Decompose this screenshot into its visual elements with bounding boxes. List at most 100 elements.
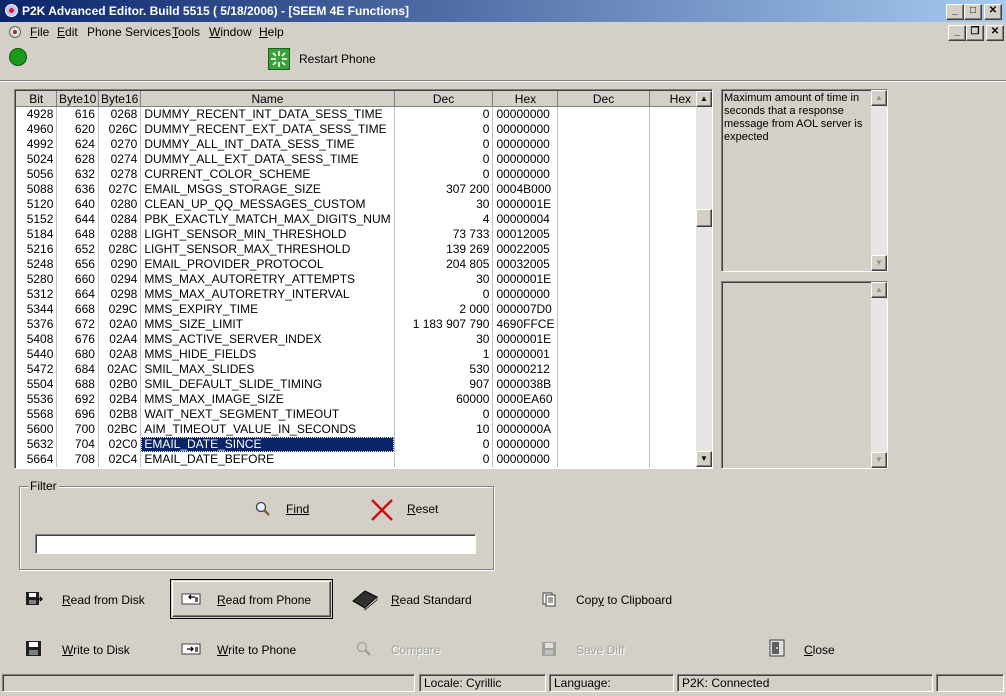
find-button[interactable]: Find	[286, 502, 309, 516]
table-row[interactable]: 5024 628 0274 DUMMY_ALL_EXT_DATA_SESS_TIME 0…	[16, 152, 713, 167]
scroll-thumb[interactable]	[696, 209, 712, 227]
menu-window[interactable]: Window	[209, 25, 252, 39]
cell-dec: 4	[394, 212, 494, 227]
cell-bit: 5440	[16, 347, 58, 362]
cell-dec-2	[557, 257, 650, 272]
copy-to-clipboard-button[interactable]: Copy to Clipboard	[576, 593, 672, 607]
cell-hex: 0000001E	[492, 197, 559, 212]
table-row[interactable]: 5664 708 02C4 EMAIL_DATE_BEFORE 0 00000000	[16, 452, 713, 467]
scroll-down-arrow-icon[interactable]: ▼	[696, 451, 712, 467]
cell-dec: 0	[394, 437, 494, 452]
col-header-dec[interactable]: Dec	[394, 91, 494, 107]
col-header-byte16[interactable]: Byte16	[98, 91, 142, 107]
cell-byte10: 636	[56, 182, 99, 197]
cell-byte16: 027C	[98, 182, 142, 197]
table-row[interactable]: 4992 624 0270 DUMMY_ALL_INT_DATA_SESS_TIME 0…	[16, 137, 713, 152]
table-row[interactable]: 5056 632 0278 CURRENT_COLOR_SCHEME 0 00000000	[16, 167, 713, 182]
cell-dec: 530	[394, 362, 494, 377]
desc-scroll-down-icon[interactable]: ▼	[871, 255, 887, 271]
menu-edit[interactable]: Edit	[57, 25, 78, 39]
mdi-restore-button[interactable]: ❐	[966, 25, 984, 41]
cell-hex: 00012005	[492, 227, 559, 242]
restart-phone-icon[interactable]	[268, 48, 290, 70]
table-row[interactable]: 5632 704 02C0 EMAIL_DATE_SINCE 0 00000000	[16, 437, 713, 452]
cell-hex: 00000000	[492, 137, 559, 152]
mdi-minimize-button[interactable]: _	[948, 25, 966, 41]
filter-input[interactable]	[35, 534, 476, 554]
cell-byte16: 02A8	[98, 347, 142, 362]
cell-bit: 5056	[16, 167, 58, 182]
parameter-grid[interactable]: Bit Byte10 Byte16 Name Dec Hex Dec Hex 4…	[14, 89, 713, 469]
write-to-phone-button[interactable]: Write to Phone	[217, 643, 296, 657]
table-row[interactable]: 5472 684 02AC SMIL_MAX_SLIDES 530 00000212	[16, 362, 713, 377]
table-row[interactable]: 4960 620 026C DUMMY_RECENT_EXT_DATA_SESS_TI…	[16, 122, 713, 137]
cell-name: EMAIL_MSGS_STORAGE_SIZE	[140, 182, 395, 197]
minimize-button[interactable]: _	[946, 4, 964, 20]
sec-scroll-down-icon[interactable]: ▼	[871, 452, 887, 468]
cell-dec-2	[557, 137, 650, 152]
scroll-up-arrow-icon[interactable]: ▲	[696, 91, 712, 107]
save-diff-button[interactable]: Save Diff	[576, 643, 624, 657]
table-row[interactable]: 5344 668 029C MMS_EXPIRY_TIME 2 000 000007D0	[16, 302, 713, 317]
read-standard-button[interactable]: Read Standard	[391, 593, 472, 607]
table-row[interactable]: 4928 616 0268 DUMMY_RECENT_INT_DATA_SESS_TI…	[16, 106, 713, 122]
col-header-dec-2[interactable]: Dec	[557, 91, 650, 107]
table-row[interactable]: 5376 672 02A0 MMS_SIZE_LIMIT 1 183 907 790 46…	[16, 317, 713, 332]
read-from-disk-button[interactable]: Read from Disk	[62, 593, 145, 607]
maximize-button[interactable]: □	[964, 4, 982, 20]
menu-phone-services[interactable]: Phone Services	[87, 25, 171, 39]
cell-byte16: 0278	[98, 167, 142, 182]
cell-bit: 5664	[16, 452, 58, 467]
cell-dec: 2 000	[394, 302, 494, 317]
restart-phone-button[interactable]: Restart Phone	[299, 52, 376, 66]
col-header-byte10[interactable]: Byte10	[56, 91, 99, 107]
table-row[interactable]: 5312 664 0298 MMS_MAX_AUTORETRY_INTERVAL 0 00…	[16, 287, 713, 302]
mdi-close-button[interactable]: ✕	[986, 25, 1004, 41]
reset-x-icon[interactable]	[369, 497, 395, 523]
table-row[interactable]: 5536 692 02B4 MMS_MAX_IMAGE_SIZE 60000 0000EA…	[16, 392, 713, 407]
compare-button[interactable]: Compare	[391, 643, 440, 657]
table-row[interactable]: 5184 648 0288 LIGHT_SENSOR_MIN_THRESHOLD 73 …	[16, 227, 713, 242]
cell-byte16: 02B8	[98, 407, 142, 422]
cell-byte10: 632	[56, 167, 99, 182]
status-connection: P2K: Connected	[677, 674, 933, 692]
table-row[interactable]: 5088 636 027C EMAIL_MSGS_STORAGE_SIZE 307 20…	[16, 182, 713, 197]
sec-scroll-up-icon[interactable]: ▲	[871, 282, 887, 298]
secondary-scrollbar[interactable]: ▲ ▼	[871, 282, 887, 468]
cell-hex: 00000000	[492, 287, 559, 302]
write-to-disk-button[interactable]: Write to Disk	[62, 643, 130, 657]
table-row[interactable]: 5120 640 0280 CLEAN_UP_QQ_MESSAGES_CUSTOM 30…	[16, 197, 713, 212]
table-row[interactable]: 5440 680 02A8 MMS_HIDE_FIELDS 1 00000001	[16, 347, 713, 362]
desc-scroll-up-icon[interactable]: ▲	[871, 90, 887, 106]
cell-byte16: 02BC	[98, 422, 142, 437]
cell-name: EMAIL_DATE_SINCE	[140, 437, 395, 452]
cell-name: MMS_EXPIRY_TIME	[140, 302, 395, 317]
table-row[interactable]: 5216 652 028C LIGHT_SENSOR_MAX_THRESHOLD 139…	[16, 242, 713, 257]
table-row[interactable]: 5504 688 02B0 SMIL_DEFAULT_SLIDE_TIMING 907 0…	[16, 377, 713, 392]
menu-help[interactable]: Help	[259, 25, 284, 39]
table-row[interactable]: 5152 644 0284 PBK_EXACTLY_MATCH_MAX_DIGITS_…	[16, 212, 713, 227]
close-window-button[interactable]: ✕	[984, 4, 1002, 20]
table-row[interactable]: 5568 696 02B8 WAIT_NEXT_SEGMENT_TIMEOUT 0 000…	[16, 407, 713, 422]
close-button[interactable]: Close	[804, 643, 835, 657]
table-row[interactable]: 5248 656 0290 EMAIL_PROVIDER_PROTOCOL 204 80…	[16, 257, 713, 272]
col-header-name[interactable]: Name	[140, 91, 395, 107]
description-scrollbar[interactable]: ▲ ▼	[871, 90, 887, 271]
menu-file[interactable]: File	[30, 25, 49, 39]
magnifier-icon[interactable]	[254, 500, 272, 518]
grid-scrollbar[interactable]: ▲ ▼	[696, 91, 712, 467]
cell-byte16: 02A0	[98, 317, 142, 332]
cell-hex: 00000001	[492, 347, 559, 362]
col-header-hex[interactable]: Hex	[492, 91, 559, 107]
cell-byte16: 026C	[98, 122, 142, 137]
cell-bit: 5536	[16, 392, 58, 407]
reset-button[interactable]: Reset	[407, 502, 438, 516]
table-row[interactable]: 5408 676 02A4 MMS_ACTIVE_SERVER_INDEX 30 0000…	[16, 332, 713, 347]
cell-bit: 5472	[16, 362, 58, 377]
table-row[interactable]: 5280 660 0294 MMS_MAX_AUTORETRY_ATTEMPTS 30 0…	[16, 272, 713, 287]
menu-tools[interactable]: Tools	[172, 25, 200, 39]
table-row[interactable]: 5600 700 02BC AIM_TIMEOUT_VALUE_IN_SECONDS 1…	[16, 422, 713, 437]
col-header-bit[interactable]: Bit	[16, 91, 58, 107]
read-from-phone-button[interactable]: Read from Phone	[217, 593, 311, 607]
cell-bit: 5152	[16, 212, 58, 227]
